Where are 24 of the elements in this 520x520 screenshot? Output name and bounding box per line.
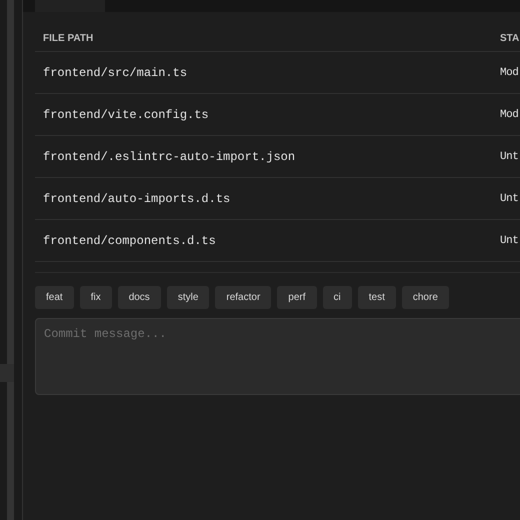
commit-type-button[interactable]: ci xyxy=(322,286,352,309)
file-path: frontend/components.d.ts xyxy=(42,234,217,248)
file-status: Unt xyxy=(499,192,520,204)
commit-type-button[interactable]: style xyxy=(166,286,210,309)
commit-type-button[interactable]: chore xyxy=(402,286,449,309)
file-path: frontend/.eslintrc-auto-import.json xyxy=(42,150,296,164)
file-path: frontend/auto-imports.d.ts xyxy=(42,192,232,206)
sidebar-item[interactable] xyxy=(0,364,14,382)
commit-type-button[interactable]: perf xyxy=(277,286,317,309)
column-header: STA xyxy=(499,32,520,44)
commit-message-field[interactable]: Commit message... xyxy=(35,318,520,395)
file-status: Mod xyxy=(499,66,520,78)
commit-type-button[interactable]: fix xyxy=(80,286,112,309)
file-status: Mod xyxy=(499,108,520,120)
file-path: frontend/src/main.ts xyxy=(42,66,188,80)
commit-type-button[interactable]: feat xyxy=(35,286,74,309)
commit-type-button[interactable]: refactor xyxy=(215,286,272,309)
column-header: FILE PATH xyxy=(42,32,94,44)
file-path: frontend/vite.config.ts xyxy=(42,108,210,122)
scrollbar[interactable] xyxy=(7,0,14,520)
commit-type-button[interactable]: docs xyxy=(118,286,161,309)
commit-type-button[interactable]: test xyxy=(358,286,396,309)
file-status: Unt xyxy=(499,150,520,162)
file-status: Unt xyxy=(499,234,520,246)
